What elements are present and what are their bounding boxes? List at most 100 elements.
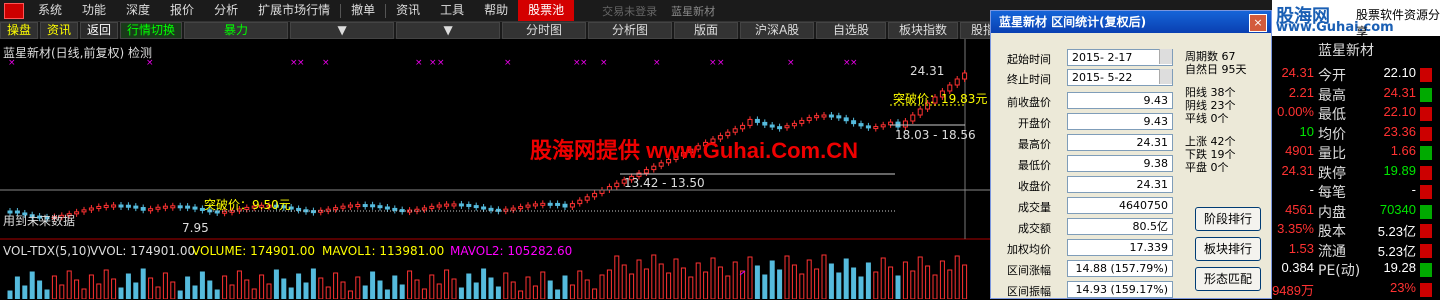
volume-bar [577,270,583,299]
menu-news[interactable]: 资讯 [386,0,430,21]
menu-system[interactable]: 系统 [28,0,72,21]
quote-left-value: 24.31 [1281,162,1314,178]
toolbar: 操盘 资讯 返回 行情切换 暴力 ▼ ▼ 分时图 分析图 版面 沪深A股 自选股… [0,22,1099,39]
candle-body [540,202,546,206]
quote-left-value: 4561 [1285,201,1314,217]
signal-cross-icon: × [653,58,661,68]
toolbar-news-button[interactable]: 资讯 [40,22,79,39]
volume-bar [629,273,635,299]
volume-bar [296,273,302,299]
kline-chart[interactable]: × × × × × × × × × × × × × × × × × × 突破价：9.50元 突破价：19.83元 … [0,39,990,299]
volume-bar [673,258,679,299]
candle-body [111,204,117,208]
volume-bar [59,284,65,299]
candle-body [858,123,864,127]
end-time-input[interactable]: 2015- 5-22 [1067,69,1173,86]
candle-body [910,114,916,122]
volume-bar [170,281,176,299]
candle-body [347,204,353,208]
candle-body [429,205,435,209]
volume-bar [658,263,664,299]
toolbar-trade-button[interactable]: 操盘 [0,22,39,39]
quote-row: 3.35% 股本 5.23亿 [1272,221,1440,241]
menu-analysis[interactable]: 分析 [204,0,248,21]
toolbar-switch-button[interactable]: 行情切换 [120,22,183,39]
volume-bar [222,275,228,299]
start-time-spinner-icon[interactable] [1159,49,1172,64]
toolbar-down-arrow-button-2[interactable]: ▼ [396,22,501,39]
quote-field-label: 股本 [1318,224,1346,240]
stat-row: 前收盘价 9.43 [991,92,1173,111]
toolbar-intraday-button[interactable]: 分时图 [502,22,587,39]
candle-body [592,192,598,198]
volume-bar [133,282,139,299]
volume-bar [532,285,538,299]
toolbar-layout-button[interactable]: 版面 [674,22,739,39]
low-price-label: 最低价 [1018,159,1051,172]
volume-bar [592,288,598,299]
stage-rank-button[interactable]: 阶段排行 [1195,207,1261,231]
quote-field-label: 量比 [1318,146,1346,162]
volume-bar [666,272,672,299]
start-time-input[interactable]: 2015- 2-17 [1067,49,1173,66]
candle-body [155,206,161,210]
menu-depth[interactable]: 深度 [116,0,160,21]
toolbar-back-button[interactable]: 返回 [80,22,119,39]
volume-bar [458,287,464,299]
quote-bar-icon [1420,282,1432,297]
signal-cross-icon: × [504,58,512,68]
quote-right-value: 19.28 [1383,260,1416,275]
volume-bar [584,279,590,299]
candle-body [192,206,198,210]
candle-body [769,124,775,128]
candle-body [377,205,383,209]
sector-rank-button[interactable]: 板块排行 [1195,237,1261,261]
volume-bar [333,272,339,299]
toolbar-analysis-button[interactable]: 分析图 [588,22,673,39]
end-time-label: 终止时间 [1007,73,1051,86]
quote-left-value: 2.21 [1288,84,1314,100]
menu-stock-pool[interactable]: 股票池 [518,0,575,21]
volume-bar [858,276,864,299]
natural-days: 自然日 95天 [1185,63,1247,76]
candle-body [140,207,146,211]
volume-bar [895,275,901,299]
toolbar-a-shares-button[interactable]: 沪深A股 [740,22,815,39]
quote-right-value: 23% [1389,279,1416,295]
login-status: 交易未登录 [602,4,658,18]
stat-row: 开盘价 9.43 [991,113,1173,132]
range-high-label: 18.03 - 18.56 [895,128,976,142]
end-time-spinner-icon[interactable] [1159,69,1172,84]
toolbar-watchlist-button[interactable]: 自选股 [816,22,887,39]
menu-extended-market[interactable]: 扩展市场行情 [248,0,340,21]
quote-field-label: 内盘 [1318,204,1346,221]
quote-left-value: 10 [1299,123,1314,139]
toolbar-violence-button[interactable]: 暴力 [184,22,289,39]
toolbar-sector-index-button[interactable]: 板块指数 [888,22,959,39]
candle-body [421,207,427,211]
signal-cross-icon: × [709,58,717,68]
volume-bar [680,267,686,299]
volume-bar [259,274,265,299]
volume-bar [347,290,353,299]
candle-body [362,204,368,208]
menu-help[interactable]: 帮助 [474,0,518,21]
quote-left-value: 0.384 [1281,260,1314,275]
volume-bar [725,275,731,299]
toolbar-down-arrow-button[interactable]: ▼ [290,22,395,39]
volume-bar [236,270,242,299]
volume-bar [74,279,80,299]
menu-tools[interactable]: 工具 [430,0,474,21]
volume-bar [873,271,879,299]
close-icon[interactable]: × [1249,14,1267,32]
pattern-match-button[interactable]: 形态匹配 [1195,267,1261,291]
quote-bar-icon [1420,224,1432,238]
volume-bar [407,270,413,299]
menu-function[interactable]: 功能 [72,0,116,21]
open-price-value: 9.43 [1067,113,1173,130]
volume-bar [947,269,953,299]
volume-bar [177,290,183,299]
menu-cancel-order[interactable]: 撤单 [341,0,385,21]
volume-bar [769,260,775,299]
menu-quote[interactable]: 报价 [160,0,204,21]
